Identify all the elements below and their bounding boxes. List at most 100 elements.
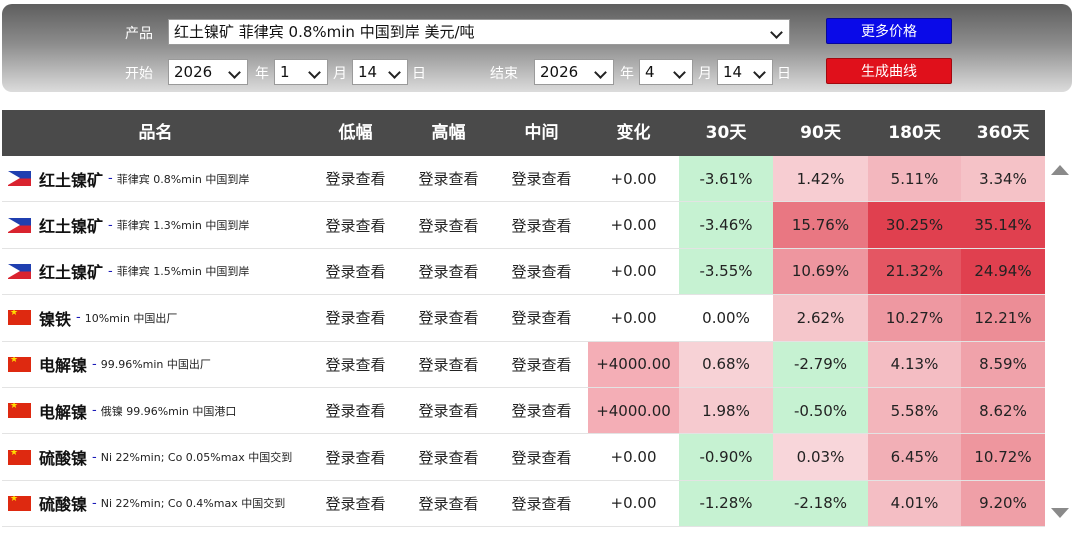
product-separator: - xyxy=(92,403,97,419)
month-unit-label: 月 xyxy=(333,66,347,82)
product-name: 硫酸镍 xyxy=(39,495,88,515)
cell-90d: -0.50% xyxy=(773,387,868,434)
cell-low[interactable]: 登录查看 xyxy=(309,342,402,387)
cell-mid[interactable]: 登录查看 xyxy=(495,434,588,479)
cell-90d: -2.79% xyxy=(773,341,868,387)
cell-180d: 5.58% xyxy=(868,387,961,434)
cell-low[interactable]: 登录查看 xyxy=(309,202,402,247)
cell-180d: 30.25% xyxy=(868,202,961,248)
header-30d: 30天 xyxy=(705,123,747,143)
cell-low[interactable]: 登录查看 xyxy=(309,295,402,340)
product-label: 产品 xyxy=(125,26,153,42)
cell-high[interactable]: 登录查看 xyxy=(402,481,495,526)
cell-mid[interactable]: 登录查看 xyxy=(495,249,588,294)
cell-90d: 2.62% xyxy=(773,295,868,341)
start-day-value: 14 xyxy=(358,63,378,81)
product-description: Ni 22%min; Co 0.4%max 中国交到 xyxy=(100,497,286,511)
cell-mid[interactable]: 登录查看 xyxy=(495,481,588,526)
product-name: 硫酸镍 xyxy=(39,449,88,469)
chevron-down-icon xyxy=(753,66,766,79)
table-row[interactable]: 红土镍矿 - 菲律宾 1.5%min 中国到岸 登录查看 登录查看 登录查看 +0.00 -3… xyxy=(2,248,1045,296)
table-row[interactable]: 电解镍-俄镍 99.96%min 中国港口登录查看登录查看登录查看+4000.0… xyxy=(2,387,1045,435)
cell-high[interactable]: 登录查看 xyxy=(402,249,495,294)
table-row[interactable]: 红土镍矿 - 菲律宾 0.8%min 中国到岸 登录查看 登录查看 登录查看 +0.00 -3… xyxy=(2,156,1045,203)
cell-low[interactable]: 登录查看 xyxy=(309,249,402,294)
start-year-value: 2026 xyxy=(174,63,213,81)
cell-high[interactable]: 登录查看 xyxy=(402,202,495,247)
year-unit-label: 年 xyxy=(620,66,634,82)
cell-product: 镍铁-10%min 中国出厂 xyxy=(2,295,309,340)
end-day-select[interactable]: 14 xyxy=(717,59,773,85)
cell-30d: -1.28% xyxy=(679,480,773,527)
cell-30d: 0.00% xyxy=(679,295,773,341)
product-separator: - xyxy=(76,310,81,326)
year-unit-label: 年 xyxy=(255,66,269,82)
cell-change: +0.00 xyxy=(588,480,679,527)
table-row[interactable]: 镍铁-10%min 中国出厂登录查看登录查看登录查看+0.000.00%2.62… xyxy=(2,295,1045,342)
product-description: 俄镍 99.96%min 中国港口 xyxy=(100,404,237,418)
cell-mid[interactable]: 登录查看 xyxy=(495,295,588,340)
header-change: 变化 xyxy=(616,123,651,143)
chevron-down-icon xyxy=(228,66,241,79)
product-separator: - xyxy=(108,217,113,233)
product-name: 镍铁 xyxy=(39,309,72,329)
product-select[interactable]: 红土镍矿 菲律宾 0.8%min 中国到岸 美元/吨 xyxy=(168,19,790,45)
philippines-flag-icon xyxy=(8,217,31,233)
cell-high[interactable]: 登录查看 xyxy=(402,342,495,387)
cell-high[interactable]: 登录查看 xyxy=(402,156,495,201)
day-unit-label: 日 xyxy=(412,66,426,82)
generate-curve-button[interactable]: 生成曲线 xyxy=(826,58,952,84)
cell-low[interactable]: 登录查看 xyxy=(309,388,402,433)
cell-low[interactable]: 登录查看 xyxy=(309,156,402,201)
cell-90d: -2.18% xyxy=(773,480,868,527)
start-month-value: 1 xyxy=(280,63,290,81)
header-90d: 90天 xyxy=(800,123,841,143)
end-year-select[interactable]: 2026 xyxy=(534,59,614,85)
cell-high[interactable]: 登录查看 xyxy=(402,434,495,479)
end-month-value: 4 xyxy=(645,63,655,81)
product-separator: - xyxy=(108,171,113,187)
filter-panel: 产品 红土镍矿 菲律宾 0.8%min 中国到岸 美元/吨 更多价格 开始 20… xyxy=(2,4,1072,92)
china-flag-icon xyxy=(8,356,31,372)
start-month-select[interactable]: 1 xyxy=(274,59,328,85)
cell-360d: 10.72% xyxy=(961,434,1045,480)
table-row[interactable]: 硫酸镍-Ni 22%min; Co 0.05%max 中国交到登录查看登录查看登… xyxy=(2,434,1045,481)
table-header: 品名 低幅 高幅 中间 变化 30天 90天 180天 360天 xyxy=(2,110,1045,156)
cell-360d: 9.20% xyxy=(961,480,1045,527)
table-row[interactable]: 电解镍-99.96%min 中国出厂登录查看登录查看登录查看+4000.000.… xyxy=(2,341,1045,388)
cell-low[interactable]: 登录查看 xyxy=(309,481,402,526)
product-description: 菲律宾 0.8%min 中国到岸 xyxy=(116,172,250,186)
philippines-flag-icon xyxy=(8,171,31,187)
cell-180d: 6.45% xyxy=(868,434,961,480)
chevron-down-icon xyxy=(308,66,321,79)
scroll-up-arrow-icon[interactable] xyxy=(1051,165,1069,175)
cell-mid[interactable]: 登录查看 xyxy=(495,342,588,387)
cell-30d: -3.61% xyxy=(679,156,773,202)
cell-product: 红土镍矿 - 菲律宾 1.5%min 中国到岸 xyxy=(2,249,309,294)
end-month-select[interactable]: 4 xyxy=(639,59,693,85)
table-body: 红土镍矿 - 菲律宾 0.8%min 中国到岸 登录查看 登录查看 登录查看 +0.00 -3… xyxy=(2,156,1045,528)
table-row[interactable]: 硫酸镍-Ni 22%min; Co 0.4%max 中国交到登录查看登录查看登录… xyxy=(2,480,1045,528)
cell-low[interactable]: 登录查看 xyxy=(309,434,402,479)
cell-high[interactable]: 登录查看 xyxy=(402,295,495,340)
cell-mid[interactable]: 登录查看 xyxy=(495,202,588,247)
table-row[interactable]: 红土镍矿 - 菲律宾 1.3%min 中国到岸 登录查看 登录查看 登录查看 +0.00 -3… xyxy=(2,202,1045,249)
scroll-down-arrow-icon[interactable] xyxy=(1051,508,1069,518)
header-low: 低幅 xyxy=(338,123,373,143)
more-prices-button[interactable]: 更多价格 xyxy=(826,18,952,44)
cell-180d: 10.27% xyxy=(868,295,961,341)
product-name: 红土镍矿 xyxy=(39,217,104,237)
chevron-down-icon xyxy=(770,26,783,39)
cell-mid[interactable]: 登录查看 xyxy=(495,388,588,433)
cell-high[interactable]: 登录查看 xyxy=(402,388,495,433)
cell-product: 电解镍-99.96%min 中国出厂 xyxy=(2,342,309,387)
end-year-value: 2026 xyxy=(540,63,579,81)
cell-360d: 35.14% xyxy=(961,202,1045,248)
header-360d: 360天 xyxy=(976,123,1030,143)
product-description: 菲律宾 1.5%min 中国到岸 xyxy=(116,265,250,279)
start-year-select[interactable]: 2026 xyxy=(168,59,248,85)
product-select-value: 红土镍矿 菲律宾 0.8%min 中国到岸 美元/吨 xyxy=(174,23,475,41)
cell-mid[interactable]: 登录查看 xyxy=(495,156,588,201)
start-day-select[interactable]: 14 xyxy=(352,59,408,85)
product-name: 红土镍矿 xyxy=(39,263,104,283)
